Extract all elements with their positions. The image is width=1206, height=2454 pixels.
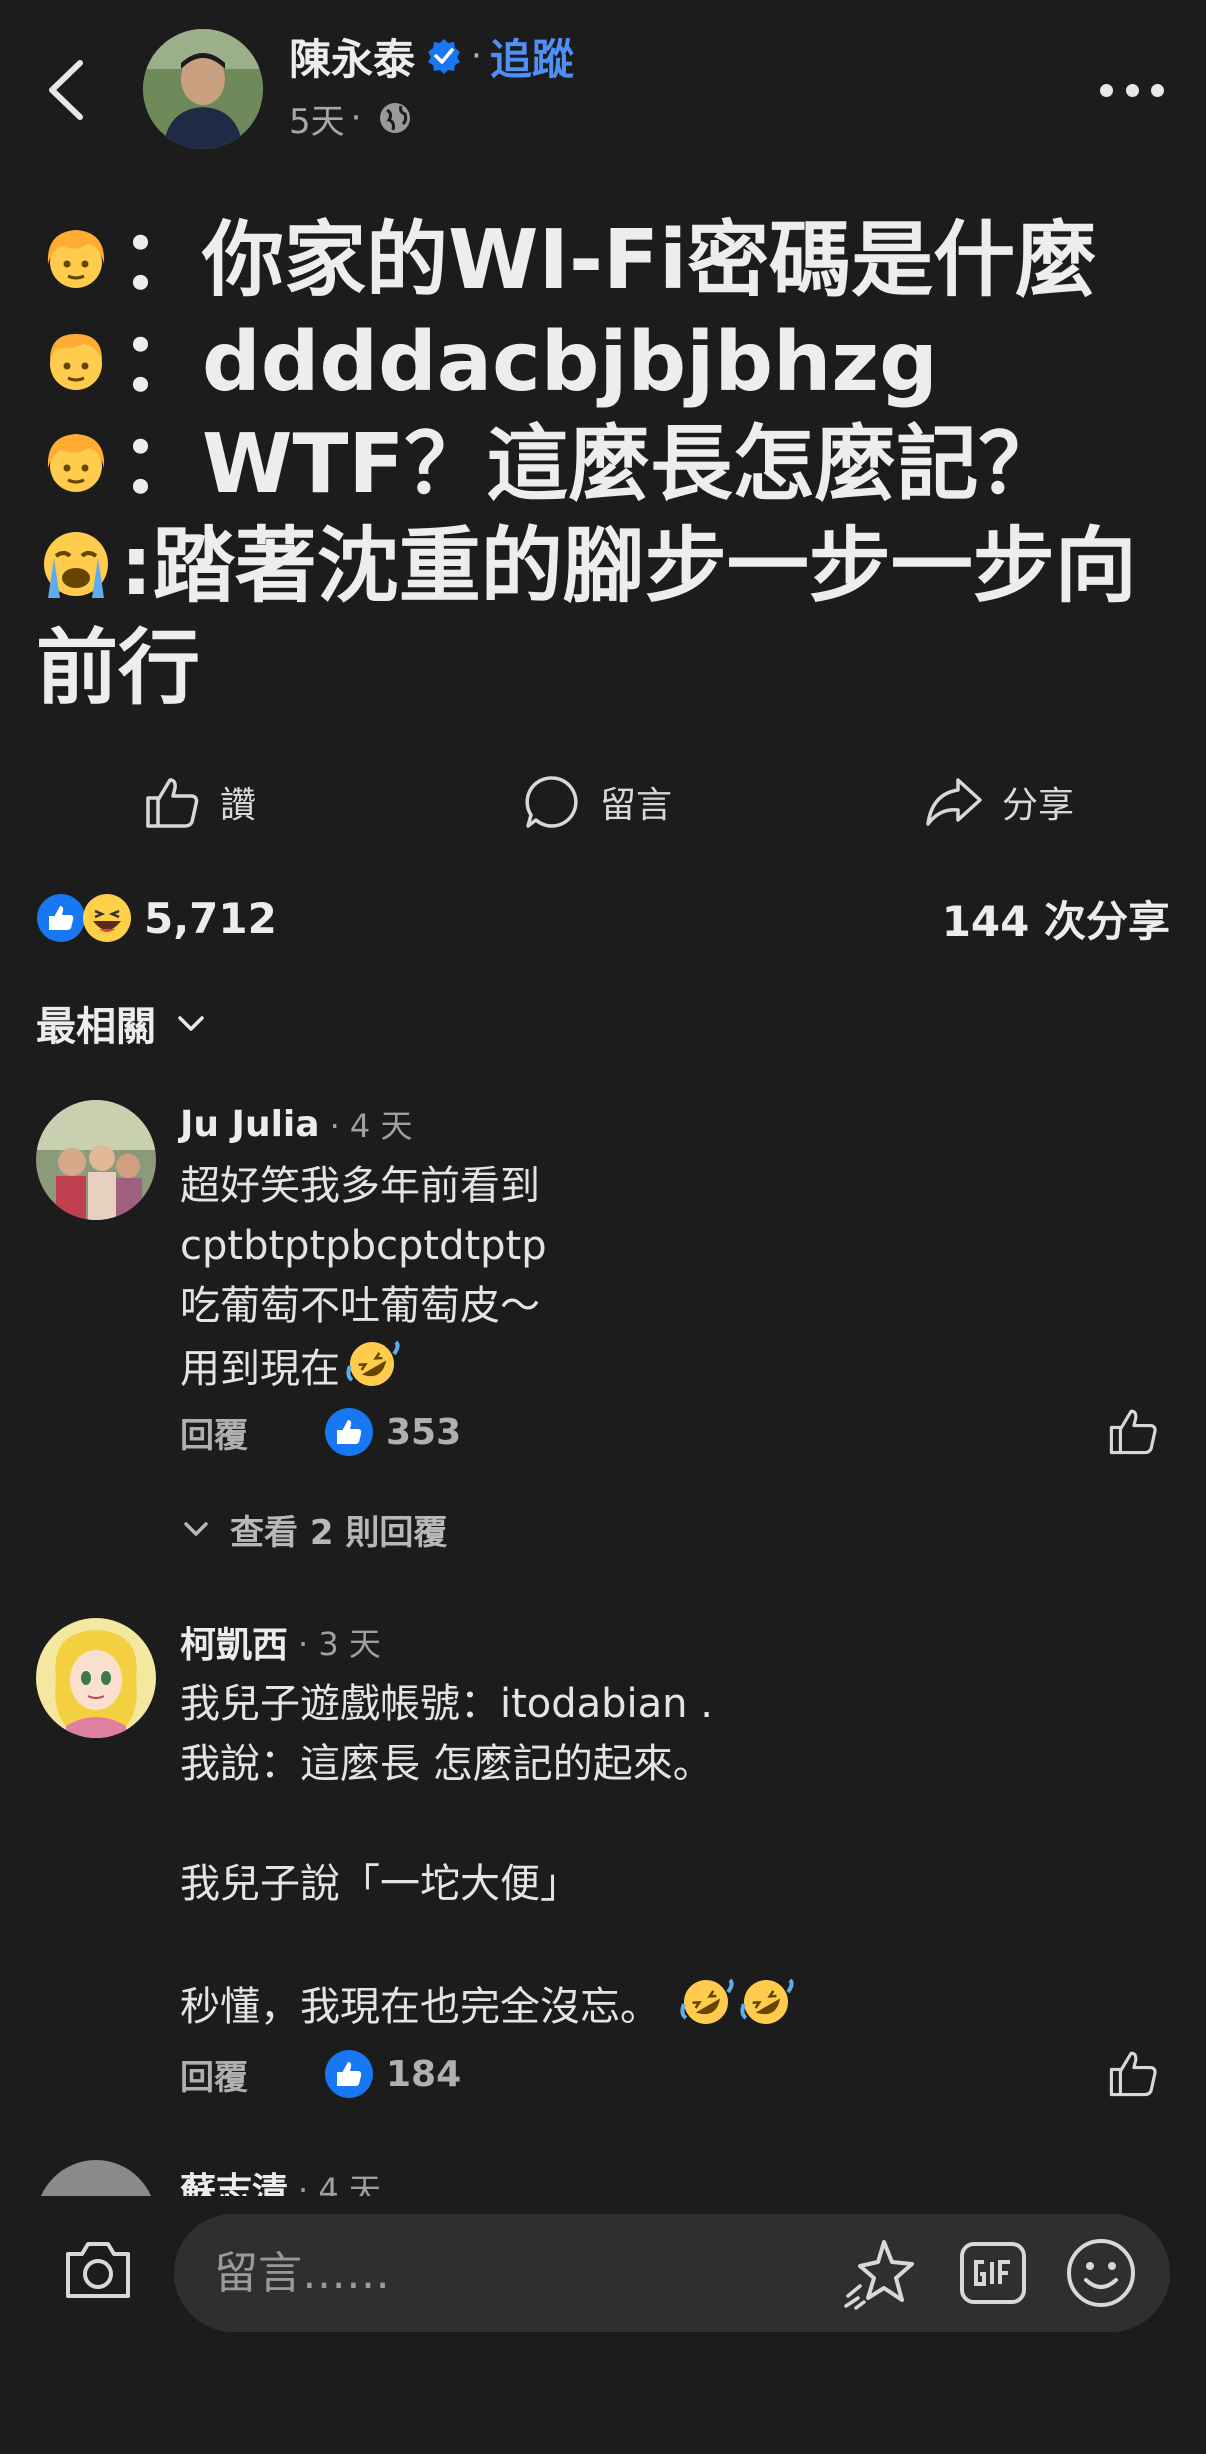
comment-header: 蘇志清 · 4 天 [180, 2162, 381, 2196]
comment-actions: 回覆 353 [180, 1404, 461, 1460]
follow-button[interactable]: 追蹤 [490, 26, 574, 87]
thumbs-up-icon [146, 778, 199, 828]
girl-emoji-icon [47, 434, 105, 492]
post-line-text: ：WTF？這麼長怎麼記？ [120, 417, 1061, 512]
comment-text: 我兒子遊戲帳號：itodabian . 我說：這麼長 怎麼記的起來。 我兒子說「… [180, 1674, 794, 2034]
share-button[interactable]: 分享 [924, 772, 1074, 832]
reaction-count: 5,712 [144, 893, 277, 943]
post-line-text: ：ddddacbjbjbhzg [120, 315, 938, 410]
post-time: 5天 [289, 101, 345, 142]
reply-button[interactable]: 回覆 [180, 1408, 248, 1457]
comment-header: 柯凱西 · 3 天 [180, 1616, 381, 1668]
thumbs-up-icon[interactable] [1106, 1404, 1160, 1458]
separator-dot: · [471, 36, 482, 76]
like-label: 讚 [220, 785, 257, 826]
commenter-name[interactable]: Ju Julia [180, 1104, 320, 1145]
sticker-star-icon[interactable] [842, 2234, 920, 2312]
comment-like-summary: 353 [324, 1407, 461, 1457]
view-replies-button[interactable]: 查看 2 則回覆 [180, 1504, 447, 1554]
post-header: 陳永泰 · 追蹤 5天 · [0, 0, 1206, 170]
commenter-avatar[interactable] [36, 1618, 156, 1738]
reply-button[interactable]: 回覆 [180, 2050, 248, 2099]
post-text: ：你家的WI-Fi密碼是什麼 ：ddddacbjbjbhzg ：WTF？這麼長怎… [36, 210, 1176, 720]
comment-line: 我兒子遊戲帳號：itodabian . [180, 1681, 713, 1727]
like-reaction-icon [325, 1408, 373, 1456]
reaction-summary[interactable]: 5,712 [36, 893, 277, 943]
like-reaction-icon [37, 894, 85, 942]
post-line: :踏著沈重的腳步一步一步向 [36, 516, 1176, 618]
verified-badge-icon [428, 39, 461, 74]
comment-label: 留言 [600, 785, 673, 826]
sort-label: 最相關 [36, 1004, 156, 1050]
comment-line: cptbtptpbcptdtptp [180, 1223, 547, 1269]
gif-icon[interactable] [954, 2234, 1032, 2312]
comment-header: Ju Julia · 4 天 [180, 1098, 412, 1150]
comment-button[interactable]: 留言 [522, 772, 672, 832]
comment-actions: 回覆 184 [180, 2046, 461, 2102]
haha-reaction-icon [83, 894, 131, 942]
commenter-name[interactable]: 柯凱西 [180, 1616, 288, 1668]
comment-line: 我兒子說「一坨大便」 [180, 1861, 580, 1907]
commenter-name[interactable]: 蘇志清 [180, 2162, 288, 2196]
reaction-stats: 5,712 144 次分享 [36, 886, 1170, 950]
emoji-smile-icon[interactable] [1062, 2234, 1140, 2312]
author-avatar[interactable] [143, 29, 263, 149]
comment-line-text: 用到現在 [180, 1346, 340, 1392]
boy-emoji-icon [50, 334, 102, 390]
thumbs-up-icon[interactable] [1106, 2046, 1160, 2100]
rofl-emoji-icon [680, 1978, 734, 2024]
post-meta: 5天 · [289, 96, 413, 142]
chevron-down-icon [184, 1522, 208, 1536]
like-button[interactable]: 讚 [142, 772, 256, 832]
loudly-crying-emoji-icon [44, 532, 108, 598]
commenter-avatar[interactable] [36, 1100, 156, 1220]
post-line: ：WTF？這麼長怎麼記？ [36, 414, 1176, 516]
post-line: ：ddddacbjbjbhzg [36, 312, 1176, 414]
comment-line: 我說：這麼長 怎麼記的起來。 [180, 1741, 713, 1787]
comment-like-summary: 184 [324, 2049, 461, 2099]
meta-separator: · [350, 98, 362, 138]
comment-composer [0, 2196, 1206, 2454]
share-label: 分享 [1002, 785, 1075, 826]
comment-like-count: 184 [386, 2053, 462, 2095]
globe-icon [380, 103, 411, 133]
comment-line: 秒懂，我現在也完全沒忘。 [180, 1974, 794, 2034]
post-line-text: :踏著沈重的腳步一步一步向 [120, 519, 1137, 614]
view-replies-label: 查看 2 則回覆 [230, 1512, 448, 1553]
author-name[interactable]: 陳永泰 [289, 26, 415, 87]
camera-icon[interactable] [60, 2232, 136, 2308]
like-reaction-icon [325, 2050, 373, 2098]
comment-like-count: 353 [386, 1411, 462, 1453]
author-row: 陳永泰 · 追蹤 [289, 28, 574, 84]
comment-time: · 4 天 [298, 2171, 381, 2196]
rofl-emoji-icon [346, 1340, 400, 1386]
rofl-emoji-icon [740, 1978, 794, 2024]
post-line: 前行 [36, 621, 201, 716]
speech-bubble-icon [525, 776, 578, 828]
comment-line [180, 1794, 794, 1854]
comment-sort-dropdown[interactable]: 最相關 [36, 993, 208, 1053]
comment-line: 超好笑我多年前看到 [180, 1163, 540, 1209]
post-actions-bar: 讚 留言 分享 [0, 760, 1206, 840]
comment-line: 用到現在 [180, 1336, 547, 1396]
post-line-text: ：你家的WI-Fi密碼是什麼 [120, 213, 1098, 308]
girl-emoji-icon [47, 230, 105, 288]
share-count[interactable]: 144 次分享 [942, 888, 1170, 949]
comment-text: 超好笑我多年前看到 cptbtptpbcptdtptp 吃葡萄不吐葡萄皮～ 用到… [180, 1156, 547, 1396]
comment-line: 吃葡萄不吐葡萄皮～ [180, 1283, 540, 1329]
comment-line [180, 1914, 794, 1974]
post-line: ：你家的WI-Fi密碼是什麼 [36, 210, 1176, 312]
comment-time: · 3 天 [298, 1625, 381, 1663]
comment-time: · 4 天 [329, 1107, 413, 1145]
comment-item-partial: 蘇志清 · 4 天 [0, 2150, 1206, 2196]
back-arrow-icon[interactable] [38, 55, 98, 125]
share-arrow-icon [926, 778, 982, 826]
more-options-icon[interactable] [1100, 78, 1164, 102]
comment-line-text: 秒懂，我現在也完全沒忘。 [180, 1984, 660, 2030]
chevron-down-icon [178, 1016, 204, 1031]
commenter-avatar[interactable] [36, 2160, 156, 2196]
